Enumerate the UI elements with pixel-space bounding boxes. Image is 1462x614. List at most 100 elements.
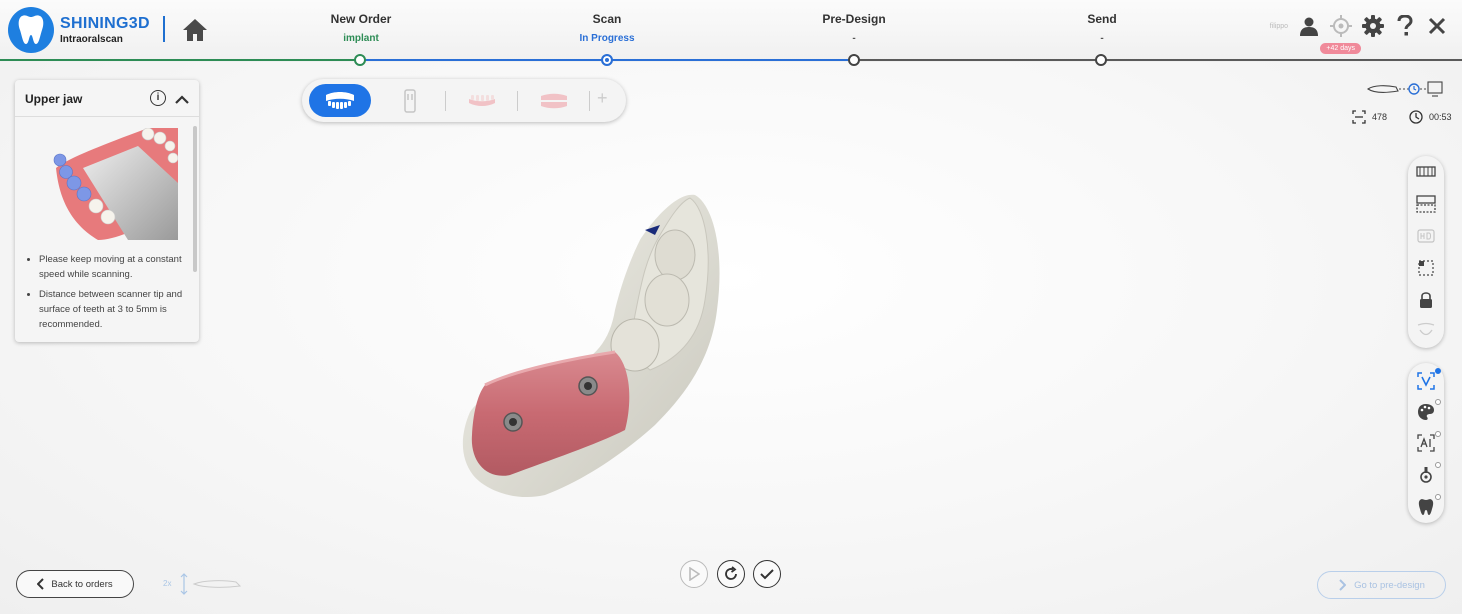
home-icon — [183, 19, 207, 41]
bite-button[interactable] — [534, 84, 574, 117]
step-status: In Progress — [579, 33, 635, 44]
confirm-button[interactable] — [753, 560, 781, 588]
step-dot-send[interactable] — [1095, 54, 1107, 66]
guide-tip: Please keep moving at a constant speed w… — [25, 252, 193, 282]
brand: SHINING3D Intraoralscan — [60, 16, 150, 46]
guide-tips: Please keep moving at a constant speed w… — [25, 252, 193, 337]
jaw-view-button[interactable] — [1416, 320, 1436, 340]
user-name: filippo — [1269, 22, 1288, 30]
step-send[interactable]: Send - — [1022, 12, 1182, 44]
scanner-distance-icon — [180, 573, 241, 595]
guide-scrollbar[interactable] — [193, 126, 197, 272]
bite-icon — [541, 93, 567, 108]
step-dot-new-order[interactable] — [354, 54, 366, 66]
guide-divider — [15, 116, 199, 117]
guide-tip: Distance between scanner tip and surface… — [25, 287, 193, 332]
clock-icon — [1409, 110, 1423, 124]
step-pre-design[interactable]: Pre-Design - — [774, 12, 934, 44]
step-status: - — [852, 33, 856, 44]
scanbody-icon — [404, 88, 416, 113]
close-icon — [1428, 17, 1446, 35]
brand-subtitle: Intraoralscan — [60, 34, 123, 45]
color-button[interactable] — [1416, 402, 1436, 422]
back-to-orders-button[interactable]: Back to orders — [16, 570, 134, 598]
lock-button[interactable] — [1416, 290, 1436, 310]
add-scan-button[interactable]: + — [597, 88, 608, 109]
step-dot-pre-design[interactable] — [848, 54, 860, 66]
window-button[interactable] — [1416, 371, 1436, 391]
chevron-up-icon — [175, 95, 189, 104]
window-indicator — [1435, 368, 1441, 374]
scanbody-icon — [1420, 467, 1432, 483]
help-icon — [1397, 15, 1413, 36]
step-title: New Order — [330, 12, 392, 26]
refresh-button[interactable] — [717, 560, 745, 588]
frames-button[interactable] — [1416, 194, 1436, 214]
header-actions: filippo — [1270, 14, 1448, 38]
frames-icon — [1352, 110, 1366, 124]
calibration-button[interactable] — [1330, 14, 1352, 38]
lock-icon — [1420, 292, 1432, 308]
app-header: SHINING3D Intraoralscan New Order implan… — [0, 0, 1462, 66]
separator — [445, 91, 446, 111]
refresh-icon — [725, 566, 737, 580]
help-button[interactable] — [1394, 14, 1416, 38]
step-dot-scan[interactable] — [601, 54, 613, 66]
ai-button[interactable] — [1416, 433, 1436, 453]
close-button[interactable] — [1426, 14, 1448, 38]
ai-icon — [1417, 434, 1435, 452]
texture-button[interactable] — [1416, 162, 1436, 182]
frame-count: 478 — [1372, 112, 1388, 122]
frames-icon — [1416, 195, 1436, 213]
chevron-left-icon — [37, 578, 45, 590]
step-status: implant — [343, 33, 379, 44]
go-to-pre-design-button[interactable]: Go to pre-design — [1317, 571, 1446, 599]
collapse-button[interactable] — [175, 92, 189, 104]
hd-button[interactable] — [1416, 226, 1436, 246]
tooth-button[interactable] — [1416, 497, 1436, 517]
lower-jaw-icon — [469, 94, 495, 106]
separator — [589, 91, 590, 111]
next-label: Go to pre-design — [1354, 579, 1425, 591]
window-icon — [1417, 372, 1435, 390]
info-icon[interactable]: i — [150, 90, 166, 106]
play-button[interactable] — [680, 560, 708, 588]
crop-icon — [1418, 260, 1434, 276]
step-title: Pre-Design — [822, 12, 886, 26]
color-indicator — [1435, 399, 1441, 405]
progress-line-remaining — [854, 59, 1462, 61]
scanner-indicator — [1366, 80, 1446, 103]
step-status: - — [1100, 33, 1104, 44]
tooth-icon — [1418, 499, 1434, 515]
hd-icon — [1417, 229, 1435, 243]
guide-title: Upper jaw — [25, 92, 83, 106]
step-title: Send — [1087, 12, 1117, 26]
crop-button[interactable] — [1416, 258, 1436, 278]
step-title: Scan — [592, 12, 622, 26]
scanbody-detect-button[interactable] — [1416, 465, 1436, 485]
scan-guide-illustration — [53, 128, 178, 240]
target-icon — [1330, 15, 1352, 37]
chevron-right-icon — [1339, 579, 1347, 591]
texture-icon — [1416, 166, 1436, 177]
scan-model-3d[interactable] — [455, 190, 735, 505]
jaw-upper-button[interactable] — [309, 84, 371, 117]
palette-icon — [1418, 404, 1434, 420]
progress-line-done — [0, 59, 360, 61]
step-new-order[interactable]: New Order implant — [281, 12, 441, 44]
user-button[interactable] — [1298, 14, 1320, 38]
scanbody-button[interactable] — [390, 84, 430, 117]
jaw-lower-button[interactable] — [462, 84, 502, 117]
home-button[interactable] — [180, 15, 210, 45]
jaw-selector: + — [302, 79, 626, 122]
settings-button[interactable] — [1362, 14, 1384, 38]
step-scan[interactable]: Scan In Progress — [527, 12, 687, 44]
license-days-badge: +42 days — [1320, 43, 1361, 54]
scanbody-indicator — [1435, 462, 1441, 468]
brand-divider — [163, 16, 165, 42]
gear-icon — [1362, 15, 1384, 37]
upper-jaw-icon — [326, 91, 354, 109]
scan-time: 00:53 — [1429, 112, 1452, 122]
separator — [517, 91, 518, 111]
analysis-toolbar — [1408, 363, 1444, 523]
